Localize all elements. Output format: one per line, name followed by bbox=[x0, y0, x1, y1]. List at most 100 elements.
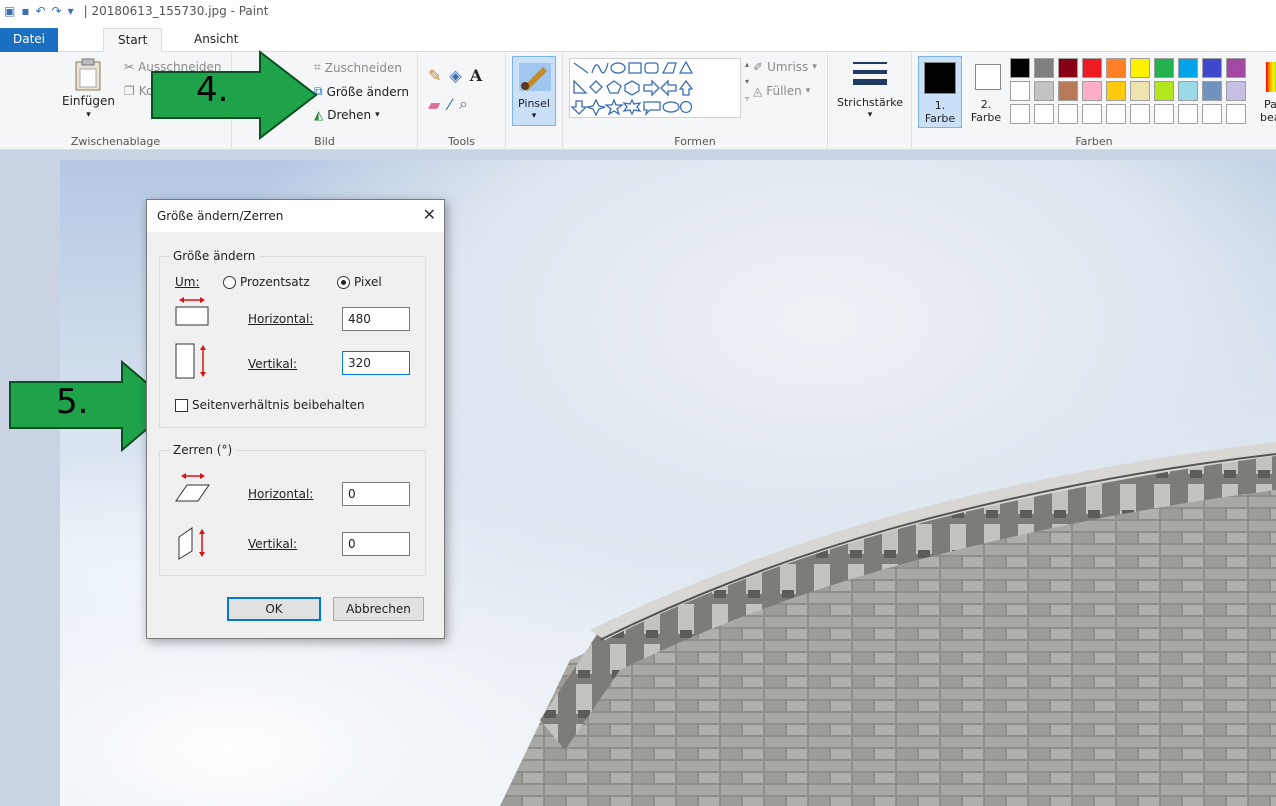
step-4-label: 4. bbox=[196, 70, 229, 110]
fill-icon: ◬ bbox=[753, 84, 763, 98]
save-icon[interactable]: ▪ bbox=[21, 4, 29, 18]
color-swatch[interactable] bbox=[1010, 58, 1030, 78]
keep-aspect-ratio-label[interactable]: Seitenverhältnis beibehalten bbox=[192, 398, 365, 412]
redo-icon[interactable]: ↷ bbox=[52, 4, 62, 18]
brush-button[interactable]: Pinsel ▾ bbox=[512, 56, 556, 126]
tab-datei[interactable]: Datei bbox=[0, 28, 58, 52]
color-swatch[interactable] bbox=[1082, 104, 1102, 124]
color-swatch[interactable] bbox=[1226, 81, 1246, 101]
clipboard-icon bbox=[75, 58, 101, 91]
color2-num: 2. bbox=[980, 98, 992, 111]
color1-num: 1. bbox=[934, 99, 946, 112]
color-swatch[interactable] bbox=[1058, 58, 1078, 78]
color-swatch[interactable] bbox=[1010, 81, 1030, 101]
cancel-button[interactable]: Abbrechen bbox=[333, 597, 424, 621]
skew-fieldset: Zerren (°) Horizontal: 0 Vertikal: 0 bbox=[159, 443, 426, 576]
fill-bucket-icon[interactable]: ◈ bbox=[449, 66, 461, 85]
undo-icon[interactable]: ↶ bbox=[35, 4, 45, 18]
rainbow-icon bbox=[1266, 62, 1276, 92]
color-swatch[interactable] bbox=[1178, 81, 1198, 101]
color-picker-icon[interactable]: ⁄ bbox=[448, 95, 451, 114]
skew-legend: Zerren (°) bbox=[170, 443, 236, 457]
color-swatch[interactable] bbox=[1106, 104, 1126, 124]
color-swatch[interactable] bbox=[1082, 81, 1102, 101]
stroke-width-button[interactable]: Strichstärke ▾ bbox=[834, 56, 906, 128]
vertical-label: Vertikal: bbox=[248, 357, 298, 371]
percent-radio[interactable] bbox=[223, 276, 236, 289]
horizontal-input[interactable]: 480 bbox=[342, 307, 410, 331]
percent-label[interactable]: Prozentsatz bbox=[240, 275, 310, 289]
dialog-titlebar: Größe ändern/Zerren ✕ bbox=[147, 200, 444, 232]
paint-icon[interactable]: ▣ bbox=[4, 4, 15, 18]
crop-button[interactable]: ⌗ Zuschneiden bbox=[314, 60, 402, 75]
color-swatch[interactable] bbox=[1034, 104, 1054, 124]
pixel-label[interactable]: Pixel bbox=[354, 275, 382, 289]
ribbon-tabs: Datei Start Ansicht bbox=[0, 28, 1276, 53]
magnifier-icon[interactable]: ⌕ bbox=[459, 94, 468, 114]
outline-button[interactable]: ✐ Umriss ▾ bbox=[753, 60, 817, 74]
pixel-radio[interactable] bbox=[337, 276, 350, 289]
shapes-scroll[interactable]: ▴ ▾ ▿ bbox=[745, 60, 749, 103]
color-swatch[interactable] bbox=[1178, 58, 1198, 78]
color-swatch[interactable] bbox=[1202, 81, 1222, 101]
color-swatch[interactable] bbox=[1058, 104, 1078, 124]
eraser-icon[interactable]: ▰ bbox=[428, 95, 440, 114]
shapes-group: ▴ ▾ ▿ ✐ Umriss ▾ ◬ Füllen ▾ Formen bbox=[562, 52, 828, 150]
scissors-icon: ✂ bbox=[124, 60, 135, 74]
color-swatch[interactable] bbox=[1202, 58, 1222, 78]
color-swatch[interactable] bbox=[1130, 81, 1150, 101]
brush-icon bbox=[519, 63, 551, 91]
color-swatch[interactable] bbox=[1226, 104, 1246, 124]
step-4-arrow: 4. bbox=[150, 49, 320, 143]
color1-button[interactable]: 1. Farbe bbox=[918, 56, 962, 128]
color-swatch[interactable] bbox=[1034, 81, 1054, 101]
resize-legend: Größe ändern bbox=[170, 249, 259, 263]
color-swatch[interactable] bbox=[1154, 104, 1174, 124]
colors-group: 1. Farbe 2. Farbe Pa bear Farben bbox=[912, 52, 1276, 150]
color1-swatch bbox=[924, 62, 956, 94]
color-swatch[interactable] bbox=[1202, 104, 1222, 124]
color-swatch[interactable] bbox=[1106, 58, 1126, 78]
resize-button[interactable]: ⧉ Größe ändern bbox=[314, 84, 409, 99]
colors-group-label: Farben bbox=[1075, 135, 1113, 148]
close-icon[interactable]: ✕ bbox=[423, 206, 436, 224]
chevron-down-icon: ▾ bbox=[531, 111, 537, 121]
ok-button[interactable]: OK bbox=[227, 597, 321, 621]
customize-icon[interactable]: ▾ bbox=[68, 4, 74, 18]
color-swatch[interactable] bbox=[1082, 58, 1102, 78]
by-label: Um: bbox=[175, 275, 200, 289]
text-tool-icon[interactable]: A bbox=[470, 66, 482, 85]
edit-colors-button[interactable]: Pa bear bbox=[1260, 56, 1276, 128]
edit-colors-label-top: Pa bbox=[1264, 98, 1276, 111]
brush-label: Pinsel bbox=[518, 97, 550, 110]
color-swatch[interactable] bbox=[1058, 81, 1078, 101]
pencil-icon[interactable]: ✎ bbox=[428, 66, 441, 85]
color1-label: Farbe bbox=[924, 112, 956, 125]
more-icon: ▿ bbox=[745, 94, 750, 103]
tab-ansicht[interactable]: Ansicht bbox=[180, 28, 252, 52]
copy-button[interactable]: ❐ Ko bbox=[124, 84, 153, 98]
color-swatch[interactable] bbox=[1010, 104, 1030, 124]
color-swatch[interactable] bbox=[1130, 58, 1150, 78]
fill-button[interactable]: ◬ Füllen ▾ bbox=[753, 84, 810, 98]
color-swatch[interactable] bbox=[1154, 58, 1174, 78]
color2-button[interactable]: 2. Farbe bbox=[966, 56, 1006, 128]
color-swatch[interactable] bbox=[1154, 81, 1174, 101]
color-swatch[interactable] bbox=[1178, 104, 1198, 124]
paste-button[interactable]: Einfügen ▾ bbox=[62, 58, 115, 120]
color-swatch[interactable] bbox=[1034, 58, 1054, 78]
rotate-button[interactable]: ◭ Drehen ▾ bbox=[314, 108, 380, 122]
shapes-gallery[interactable] bbox=[569, 58, 741, 118]
color-swatch[interactable] bbox=[1106, 81, 1126, 101]
skew-horizontal-input[interactable]: 0 bbox=[342, 482, 410, 506]
vertical-input[interactable]: 320 bbox=[342, 351, 410, 375]
rotate-label: Drehen bbox=[327, 108, 372, 122]
color-swatch[interactable] bbox=[1226, 58, 1246, 78]
resize-fieldset: Größe ändern Um: Prozentsatz Pixel Horiz… bbox=[159, 249, 426, 428]
keep-aspect-ratio-checkbox[interactable] bbox=[175, 399, 188, 412]
color2-label: Farbe bbox=[970, 111, 1002, 124]
skew-vertical-label: Vertikal: bbox=[248, 537, 298, 551]
quick-access-toolbar: ▣ ▪ ↶ ↷ ▾ | 20180613_155730.jpg - Paint bbox=[4, 4, 268, 18]
skew-vertical-input[interactable]: 0 bbox=[342, 532, 410, 556]
color-swatch[interactable] bbox=[1130, 104, 1150, 124]
